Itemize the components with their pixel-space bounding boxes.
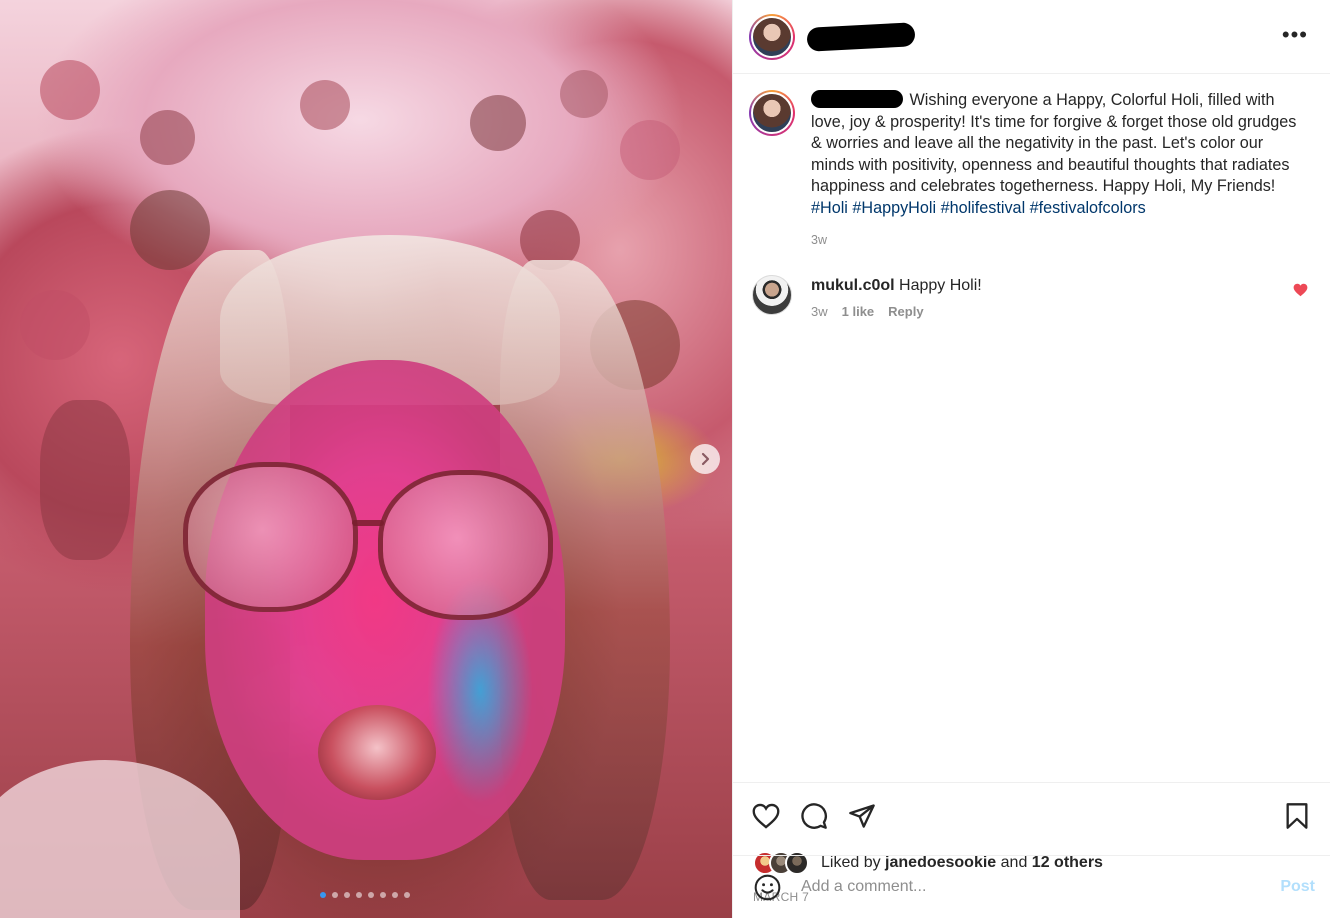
caption: Wishing everyone a Happy, Colorful Holi,… [749,90,1314,247]
comment-button[interactable] [797,799,831,833]
post-dialog: ••• Wishing everyone a Happy, Colorful H… [0,0,1330,918]
comments-section: Wishing everyone a Happy, Colorful Holi,… [733,74,1330,782]
glasses-lens-left [183,462,358,612]
caption-author-avatar-image [751,92,793,134]
hashtag-link[interactable]: #HappyHoli [852,199,936,217]
carousel-dot [380,892,386,898]
caption-author-avatar[interactable] [749,90,795,136]
carousel-dot [356,892,362,898]
comment-like-button[interactable] [1293,283,1308,301]
like-button[interactable] [749,799,783,833]
carousel-dot [320,892,326,898]
hashtag-link[interactable]: #holifestival [941,199,1026,217]
comment-icon [801,802,827,829]
add-comment-bar: Post [733,855,1330,918]
author-avatar[interactable] [749,13,795,60]
caption-text: Wishing everyone a Happy, Colorful Holi,… [811,90,1307,219]
paper-plane-icon [849,803,875,828]
share-button[interactable] [845,799,879,833]
carousel-dot [404,892,410,898]
comment-item: mukul.c0ol Happy Holi! 3w 1 like Reply [749,275,1314,319]
post-photo[interactable] [0,0,732,918]
carousel-next-button[interactable] [690,444,720,474]
glasses-lens-right [378,470,553,620]
redacted-caption-username [811,90,903,108]
chevron-right-icon [701,452,710,466]
comment-reply-button[interactable]: Reply [888,304,923,319]
post-header: ••• [733,0,1330,74]
action-bar [733,782,1330,848]
more-options-button[interactable]: ••• [1282,24,1308,46]
carousel-dot [332,892,338,898]
caption-body: Wishing everyone a Happy, Colorful Holi,… [811,90,1307,247]
comment-input[interactable] [801,872,1281,902]
carousel-dot [344,892,350,898]
comment-timestamp: 3w [811,304,828,319]
carousel-dot [368,892,374,898]
commenter-avatar[interactable] [752,275,792,315]
carousel-indicator [320,892,410,898]
hashtag-link[interactable]: #festivalofcolors [1030,199,1146,217]
comment-text: mukul.c0ol Happy Holi! [811,275,982,296]
emoji-button[interactable] [753,873,781,901]
comment-meta: 3w 1 like Reply [811,304,982,319]
bookmark-icon [1286,803,1308,829]
redacted-username [806,21,916,52]
smiley-icon [754,874,780,900]
more-horizontal-icon: ••• [1281,22,1308,47]
author-avatar-image [751,15,793,58]
post-comment-button[interactable]: Post [1280,878,1315,896]
comment-message: Happy Holi! [899,277,982,294]
carousel-dot [392,892,398,898]
heart-filled-icon [1293,283,1308,297]
commenter-username[interactable]: mukul.c0ol [811,277,895,294]
post-side-panel: ••• Wishing everyone a Happy, Colorful H… [732,0,1330,918]
hashtag-link[interactable]: #Holi [811,199,848,217]
glasses-bridge [352,520,384,526]
open-mouth [318,705,436,800]
comment-body: mukul.c0ol Happy Holi! 3w 1 like Reply [811,275,982,319]
comment-likes-link[interactable]: 1 like [842,304,875,319]
save-button[interactable] [1280,799,1314,833]
heart-outline-icon [752,803,780,829]
caption-timestamp: 3w [811,233,827,247]
